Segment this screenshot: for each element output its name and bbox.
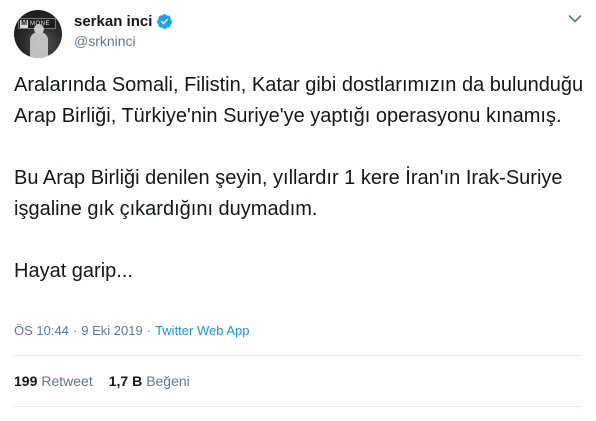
tweet-meta: ÖS 10:44 · 9 Eki 2019 · Twitter Web App xyxy=(14,323,249,338)
tweet-text: Aralarında Somali, Filistin, Katar gibi … xyxy=(14,70,584,318)
retweets-label: Retweet xyxy=(41,373,93,389)
likes-stat[interactable]: 1,7 B Beğeni xyxy=(109,373,190,389)
likes-count: 1,7 B xyxy=(108,373,143,389)
meta-separator: · xyxy=(146,323,152,338)
tweet-paragraph: Bu Arap Birliği denilen şeyin, yıllardır… xyxy=(14,167,563,220)
avatar[interactable]: M MONE xyxy=(14,10,62,58)
author-handle[interactable]: @srkninci xyxy=(74,33,136,49)
avatar-badge-letter: M xyxy=(20,19,28,28)
retweets-stat[interactable]: 199 Retweet xyxy=(14,373,93,389)
tweet-time[interactable]: ÖS 10:44 xyxy=(14,323,69,338)
author-name-row: serkan inci xyxy=(74,13,173,30)
tweet-paragraph: Hayat garip... xyxy=(14,260,133,282)
meta-separator: · xyxy=(72,323,78,338)
likes-label: Beğeni xyxy=(146,373,190,389)
tweet-card: M MONE serkan inci @srkninci Aralarında … xyxy=(0,0,596,421)
divider xyxy=(14,355,582,356)
retweets-count: 199 xyxy=(14,373,38,389)
tweet-paragraph: Aralarında Somali, Filistin, Katar gibi … xyxy=(14,74,584,127)
avatar-figure xyxy=(30,24,48,58)
tweet-date[interactable]: 9 Eki 2019 xyxy=(81,323,142,338)
chevron-down-icon[interactable] xyxy=(568,14,582,24)
divider xyxy=(14,406,582,407)
tweet-source-app[interactable]: Twitter Web App xyxy=(155,323,249,338)
verified-badge-icon xyxy=(157,14,173,29)
tweet-stats: 199 Retweet 1,7 B Beğeni xyxy=(14,373,190,389)
author-display-name[interactable]: serkan inci xyxy=(74,13,152,30)
